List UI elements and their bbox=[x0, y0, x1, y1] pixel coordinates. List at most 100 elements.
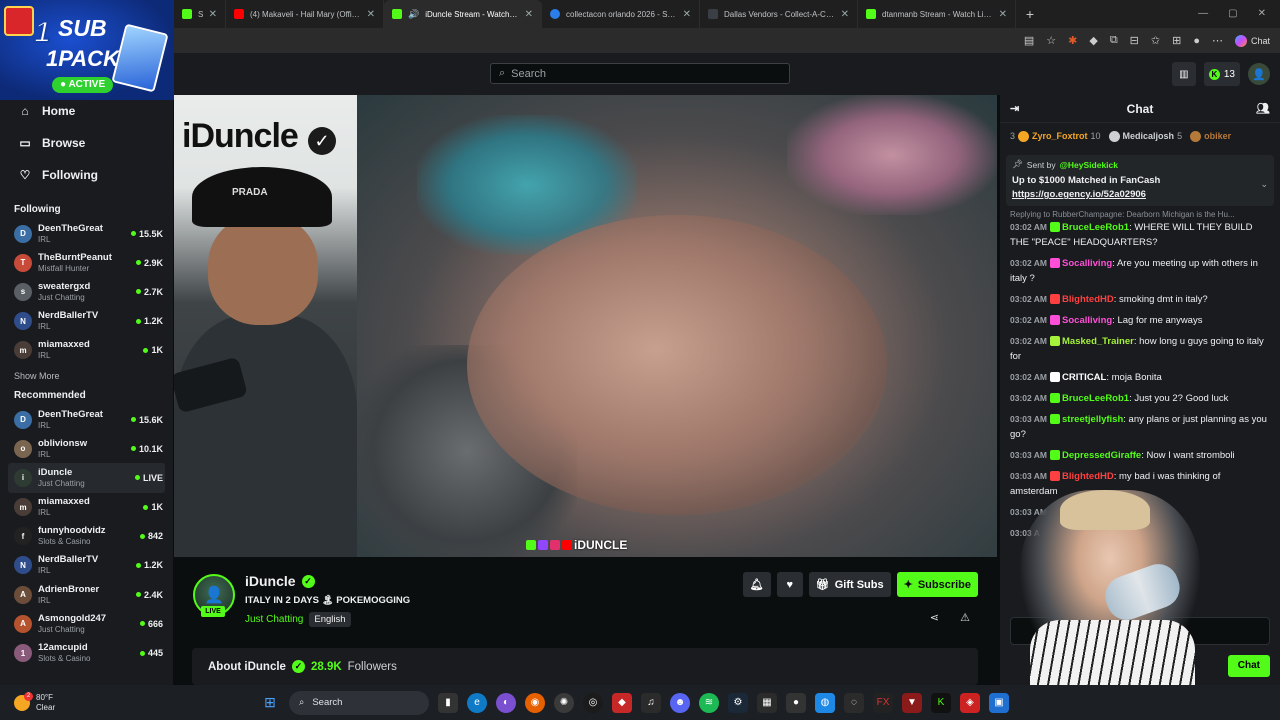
obs-icon[interactable]: ● bbox=[786, 692, 806, 713]
firefox-icon[interactable]: ◉ bbox=[525, 692, 545, 713]
fx-icon[interactable]: FX bbox=[873, 692, 893, 713]
message-user[interactable]: Socalliving bbox=[1062, 258, 1112, 269]
favorites-icon[interactable]: ✩ bbox=[1151, 34, 1160, 47]
app-icon[interactable]: ◆ bbox=[612, 692, 632, 713]
message-user[interactable]: CRITICAL bbox=[1062, 372, 1106, 383]
gift-subs-button[interactable]: 🎁︎ Gift Subs bbox=[808, 572, 891, 597]
close-icon[interactable]: ✕ bbox=[525, 9, 533, 20]
reader-icon[interactable]: ▤ bbox=[1024, 34, 1034, 47]
message-user[interactable]: BlightedHD bbox=[1062, 294, 1114, 305]
extension-icon[interactable]: ✱ bbox=[1068, 34, 1077, 47]
sidebar-channel-iduncle[interactable]: i iDuncle Just Chatting LIVE bbox=[8, 463, 165, 493]
tab-bing-search[interactable]: collectacon orlando 2026 - Search ✕ bbox=[542, 0, 700, 28]
video-player[interactable]: iDuncle ✓ PRADA iDUNCLE bbox=[174, 95, 997, 557]
sidebar-channel-theburntpeanut[interactable]: T TheBurntPeanut Mistfall Hunter 2.9K bbox=[0, 248, 173, 277]
sidebar-channel-nerdballertv[interactable]: N NerdBallerTV IRL 1.2K bbox=[0, 551, 173, 580]
send-chat-button[interactable]: Chat bbox=[1227, 655, 1270, 677]
message-user[interactable]: BruceLeeRob1 bbox=[1062, 393, 1129, 404]
category-link[interactable]: Just Chatting bbox=[245, 614, 303, 625]
chrome-icon[interactable]: ◎ bbox=[583, 692, 603, 713]
weather-widget[interactable]: 2 80°F Clear bbox=[0, 691, 260, 713]
live-dot-icon bbox=[135, 592, 141, 598]
app-icon[interactable]: ▣ bbox=[989, 692, 1009, 713]
maximize-icon[interactable]: ▢ bbox=[1228, 0, 1237, 28]
more-icon[interactable]: ⋯ bbox=[1212, 34, 1223, 47]
sidebar-channel-sweatergxd[interactable]: s sweatergxd Just Chatting 2.7K bbox=[0, 277, 173, 306]
sidebar-channel-asmongold247[interactable]: A Asmongold247 Just Chatting 666 bbox=[0, 609, 173, 638]
copilot-icon[interactable]: ◐ bbox=[496, 692, 516, 713]
app-icon[interactable]: ▦ bbox=[757, 692, 777, 713]
app-icon[interactable]: ◈ bbox=[960, 692, 980, 713]
tab-youtube[interactable]: (4) Makaveli - Hail Mary (Official M ✕ bbox=[226, 0, 384, 28]
show-more-link[interactable]: Show More bbox=[0, 365, 173, 387]
app-icon[interactable]: ◍ bbox=[815, 692, 835, 713]
chatgpt-icon[interactable]: ✺ bbox=[554, 692, 574, 713]
gifter-entry[interactable]: 3 Zyro_Foxtrot 10 bbox=[1010, 130, 1101, 142]
taskbar-search[interactable]: ⌕ Search bbox=[289, 690, 429, 715]
subscribe-button[interactable]: ✦ Subscribe bbox=[896, 572, 978, 597]
split-screen-icon[interactable]: ⊟ bbox=[1130, 34, 1139, 47]
sidebar-channel-deenthegreat[interactable]: D DeenTheGreat IRL 15.5K bbox=[0, 219, 173, 248]
drops-button[interactable]: ▥ bbox=[1171, 62, 1196, 86]
music-icon[interactable]: ♫ bbox=[641, 692, 661, 713]
kicks-balance-button[interactable]: K 13 bbox=[1203, 62, 1240, 86]
new-tab-button[interactable]: + bbox=[1016, 0, 1044, 28]
report-icon[interactable]: ⚠ bbox=[960, 611, 970, 624]
message-user[interactable]: BlightedHD bbox=[1062, 471, 1114, 482]
sidebar-channel-miamaxxed[interactable]: m miamaxxed IRL 1K bbox=[0, 336, 173, 365]
window-close-icon[interactable]: ✕ bbox=[1258, 0, 1266, 28]
follow-button[interactable]: ♥ bbox=[776, 572, 803, 597]
message-user[interactable]: Socalliving bbox=[1062, 315, 1112, 326]
nav-item-browse[interactable]: ▭ Browse bbox=[0, 127, 173, 159]
tab-kick-dashboard[interactable]: Stream - Kick Dashboard✕ bbox=[174, 0, 226, 28]
speaker-icon[interactable]: 🔊 bbox=[408, 9, 419, 20]
sidebar-channel-12amcupid[interactable]: 1 12amcupid Slots & Casino 445 bbox=[0, 638, 173, 667]
gifter-entry[interactable]: Medicaljosh 5 bbox=[1108, 130, 1182, 142]
kick-icon[interactable]: K bbox=[931, 692, 951, 713]
windows-start-icon[interactable]: ⊞ bbox=[260, 693, 280, 713]
sidebar-channel-nerdballertv[interactable]: N NerdBallerTV IRL 1.2K bbox=[0, 307, 173, 336]
extensions-icon[interactable]: ⧉ bbox=[1110, 34, 1118, 47]
close-icon[interactable]: ✕ bbox=[999, 9, 1007, 20]
app-icon[interactable]: ▼ bbox=[902, 692, 922, 713]
minimize-icon[interactable]: — bbox=[1198, 0, 1208, 28]
steam-icon[interactable]: ⚙ bbox=[728, 692, 748, 713]
tab-dtanmanb[interactable]: dtanmanb Stream - Watch Live on ✕ bbox=[858, 0, 1016, 28]
tab-collectacon[interactable]: Dallas Vendors - Collect-A-Con ✕ bbox=[700, 0, 858, 28]
collections-icon[interactable]: ⊞ bbox=[1172, 34, 1181, 47]
extension-icon[interactable]: ◆ bbox=[1089, 34, 1097, 47]
close-icon[interactable]: ✕ bbox=[209, 9, 217, 20]
sidebar-channel-funnyhoodvidz[interactable]: f funnyhoodvidz Slots & Casino 842 bbox=[0, 522, 173, 551]
sidebar-channel-adrienbroner[interactable]: A AdrienBroner IRL 2.4K bbox=[0, 580, 173, 609]
spotify-icon[interactable]: ≋ bbox=[699, 692, 719, 713]
notification-button[interactable]: 🔔︎ bbox=[742, 572, 771, 597]
message-user[interactable]: Masked_Trainer bbox=[1062, 336, 1134, 347]
close-icon[interactable]: ✕ bbox=[683, 9, 691, 20]
language-tag[interactable]: English bbox=[309, 612, 351, 627]
pinned-link[interactable]: https://go.egency.io/52a02906 bbox=[1012, 189, 1268, 200]
favorite-icon[interactable]: ☆ bbox=[1046, 34, 1056, 47]
share-icon[interactable]: ⋖ bbox=[930, 611, 939, 624]
close-icon[interactable]: ✕ bbox=[841, 9, 849, 20]
message-user[interactable]: BruceLeeRob1 bbox=[1062, 222, 1129, 233]
search-input[interactable]: ⌕ Search bbox=[490, 63, 790, 84]
app-icon[interactable]: ◌ bbox=[844, 692, 864, 713]
user-avatar[interactable]: 👤 bbox=[1248, 63, 1270, 85]
message-user[interactable]: streetjellyfish bbox=[1062, 414, 1123, 425]
users-icon[interactable]: 👥︎ bbox=[1256, 102, 1270, 115]
chevron-down-icon[interactable]: ⌄ bbox=[1260, 179, 1268, 190]
collapse-chat-icon[interactable]: ⇥ bbox=[1010, 102, 1019, 115]
sidebar-channel-miamaxxed[interactable]: m miamaxxed IRL 1K bbox=[0, 493, 173, 522]
task-view-icon[interactable]: ▮ bbox=[438, 692, 458, 713]
discord-icon[interactable]: ☻ bbox=[670, 692, 690, 713]
edge-icon[interactable]: e bbox=[467, 692, 487, 713]
profile-icon[interactable]: ● bbox=[1193, 35, 1200, 47]
gifter-entry[interactable]: obiker bbox=[1190, 130, 1231, 142]
tab-iduncle[interactable]: 🔊iDuncle Stream - Watch Live o✕ bbox=[384, 0, 542, 28]
close-icon[interactable]: ✕ bbox=[367, 9, 375, 20]
sidebar-channel-deenthegreat[interactable]: D DeenTheGreat IRL 15.6K bbox=[0, 405, 173, 434]
copilot-chat-button[interactable]: Chat bbox=[1234, 34, 1270, 47]
nav-item-following[interactable]: ♡ Following bbox=[0, 159, 173, 191]
sidebar-channel-oblivionsw[interactable]: o oblivionsw IRL 10.1K bbox=[0, 434, 173, 463]
message-user[interactable]: DepressedGiraffe bbox=[1062, 450, 1141, 461]
